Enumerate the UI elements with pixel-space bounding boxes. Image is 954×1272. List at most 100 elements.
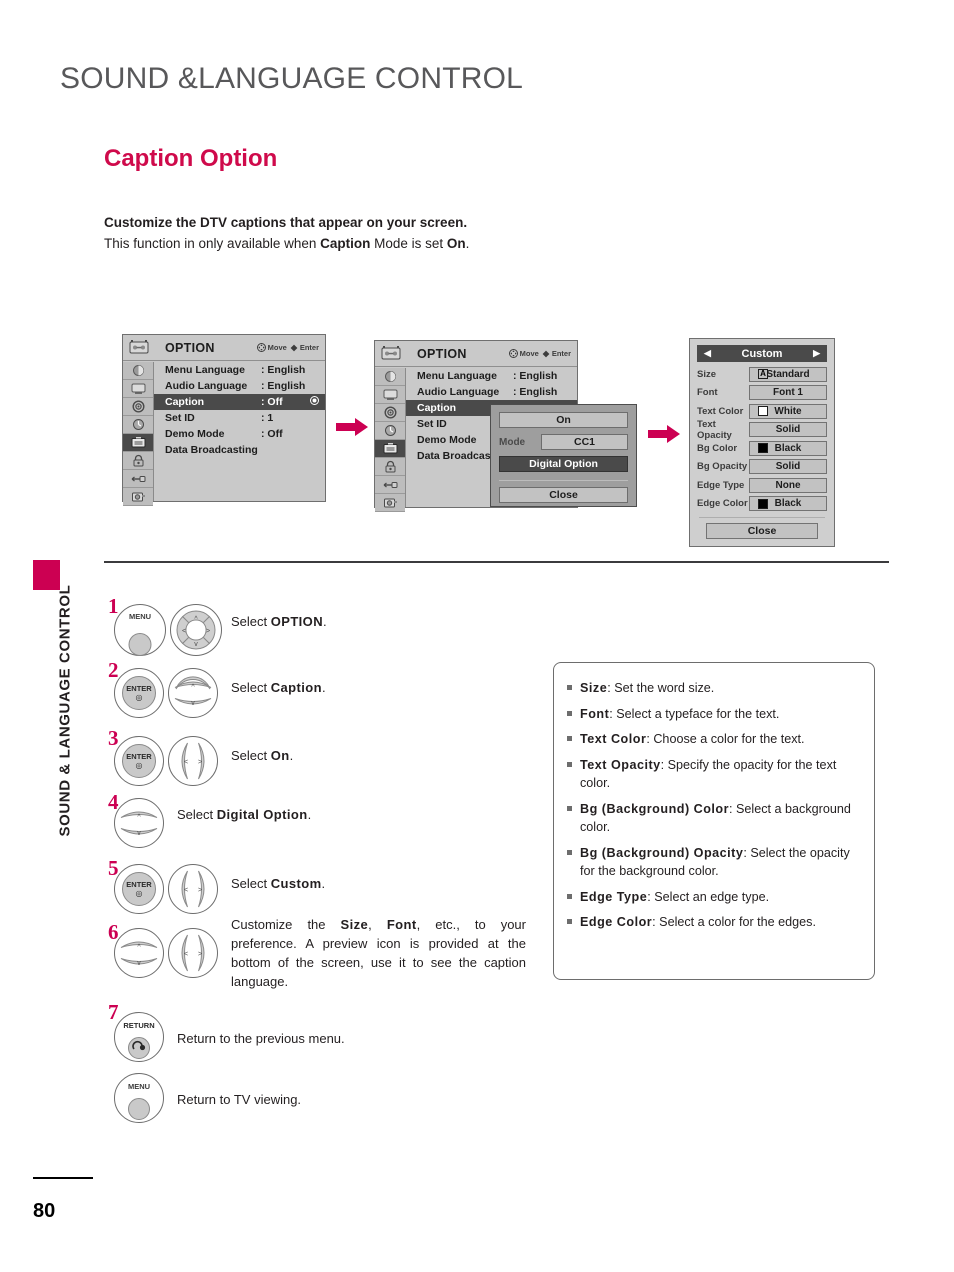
custom-label: Text Opacity [697,418,732,441]
step-text-tail: . [307,807,312,822]
custom-row-text-opacity[interactable]: Text Opacity Solid [697,418,827,441]
custom-row-size[interactable]: Size A Standard [697,366,827,382]
sidebar-icon-option[interactable] [375,440,405,458]
osd-icon-column[interactable] [123,362,154,506]
custom-row-edge-type[interactable]: Edge Type None [697,477,827,493]
svg-text:>: > [206,628,210,635]
sidebar-icon-picture[interactable] [375,368,405,386]
up-down-icon: ^ v [120,811,158,837]
info-term: Text Color [580,732,647,746]
sidebar-icon-usb[interactable] [375,494,405,512]
prev-arrow-icon[interactable]: ◀ [704,349,711,358]
caption-mode-value[interactable]: CC1 [541,434,628,450]
custom-label: Edge Color [697,498,748,509]
custom-row-text-color[interactable]: Text Color White [697,403,827,419]
osd-row[interactable]: Audio Language: English [406,384,577,400]
intro-line-2: This function in only available when Cap… [104,233,744,254]
step-text-3: Select On. [231,746,531,765]
return-button[interactable]: RETURN [114,1012,164,1062]
osd-row[interactable]: Data Broadcasting [154,442,325,458]
custom-value[interactable]: Black [749,440,827,456]
enter-button-3[interactable]: ENTER ◎ [114,736,164,786]
custom-value[interactable]: None [749,477,827,493]
intro-text-c: Mode is set [370,236,447,251]
enter-button-5[interactable]: ENTER ◎ [114,864,164,914]
left-right-icon: < > [181,742,205,780]
custom-value-text: None [775,479,801,491]
custom-value[interactable]: Solid [749,459,827,474]
osd-row-caption-selected[interactable]: Caption: Off [154,394,325,410]
sidebar-icon-audio[interactable] [375,404,405,422]
sidebar-icon-lock[interactable] [375,458,405,476]
flow-arrow-1 [336,418,368,441]
svg-text:v: v [137,830,141,837]
custom-value[interactable]: White [749,403,827,419]
osd-panel-option-menu[interactable]: OPTION Move Enter Menu Language: English… [122,334,326,506]
sidebar-icon-screen[interactable] [375,386,405,404]
sidebar-icon-usb[interactable] [123,488,153,506]
osd-row[interactable]: Menu Language: English [154,362,325,378]
caption-on-button[interactable]: On [499,412,628,428]
updown-button-4[interactable]: ^ v [114,798,164,848]
osd-row[interactable]: Demo Mode: Off [154,426,325,442]
custom-value[interactable]: Font 1 [749,385,827,400]
osd-row-label: Menu Language [417,370,497,382]
custom-row-font[interactable]: Font Font 1 [697,385,827,401]
custom-value-text: Black [774,442,802,454]
custom-close-button[interactable]: Close [706,522,818,539]
menu-button-1[interactable]: MENU [114,604,166,656]
custom-row-bg-opacity[interactable]: Bg Opacity Solid [697,459,827,475]
osd-row[interactable]: Set ID : 1 [154,410,325,426]
leftright-button-3[interactable]: < > [168,736,218,786]
custom-value[interactable]: A Standard [749,366,827,382]
leftright-button-6[interactable]: < > [168,928,218,978]
sidebar-icon-option[interactable] [123,434,153,452]
enter-button-2[interactable]: ENTER ◎ [114,668,164,718]
custom-row-edge-color[interactable]: Edge Color Black [697,496,827,512]
custom-value-text: Solid [775,424,801,435]
osd-icon-column[interactable] [375,368,406,512]
sidebar-icon-input[interactable] [123,470,153,488]
caption-submenu-popup[interactable]: On Mode CC1 Digital Option Close [490,404,637,507]
popup-close-button[interactable]: Close [499,487,628,503]
custom-value[interactable]: Solid [749,422,827,437]
osd-row[interactable]: Audio Language: English [154,378,325,394]
step-text-2: Select Caption. [231,678,531,697]
step-text-plain: Select [177,807,217,822]
osd-row-value: : 1 [261,412,274,424]
updown-button-6[interactable]: ^ v [114,928,164,978]
return-button-dot[interactable] [128,1037,150,1059]
digital-option-button[interactable]: Digital Option [499,456,628,472]
up-down-icon: ^ v [174,676,212,707]
step-text-bold: OPTION [270,614,323,629]
sidebar-icon-picture[interactable] [123,362,153,380]
menu-button-dot[interactable] [128,1098,150,1120]
next-arrow-icon[interactable]: ▶ [813,349,820,358]
sidebar-icon-time[interactable] [123,416,153,434]
step-text-1: Select OPTION. [231,612,531,631]
navpad-button-1[interactable]: ^ v < > [170,604,222,656]
menu-button-return-tv[interactable]: MENU [114,1073,164,1123]
sidebar-icon-audio[interactable] [123,398,153,416]
sidebar-icon-lock[interactable] [123,452,153,470]
sidebar-icon-input[interactable] [375,476,405,494]
footer-divider [33,1177,93,1179]
osd-hint-move: Move [267,343,287,352]
custom-value[interactable]: Black [749,496,827,511]
osd-header: OPTION Move Enter [154,335,325,361]
menu-button-dot[interactable] [128,633,152,656]
osd-row-value: : English [513,386,558,398]
step-text-plain: Select [231,614,271,629]
osd-panel-custom-caption[interactable]: ◀ Custom ▶ Size A Standard Font Font 1 Te… [689,338,835,547]
leftright-button-5[interactable]: < > [168,864,218,914]
svg-text:<: < [184,759,188,766]
step-text-5: Select Custom. [231,874,531,893]
sidebar-icon-screen[interactable] [123,380,153,398]
sidebar-icon-time[interactable] [375,422,405,440]
osd-row[interactable]: Menu Language : English [406,368,577,384]
custom-row-bg-color[interactable]: Bg Color Black [697,440,827,456]
osd-row-label: Set ID [165,412,195,424]
custom-header[interactable]: ◀ Custom ▶ [697,345,827,362]
osd-row-value: : English [513,370,558,382]
updown-button-2[interactable]: ^ v [168,668,218,718]
